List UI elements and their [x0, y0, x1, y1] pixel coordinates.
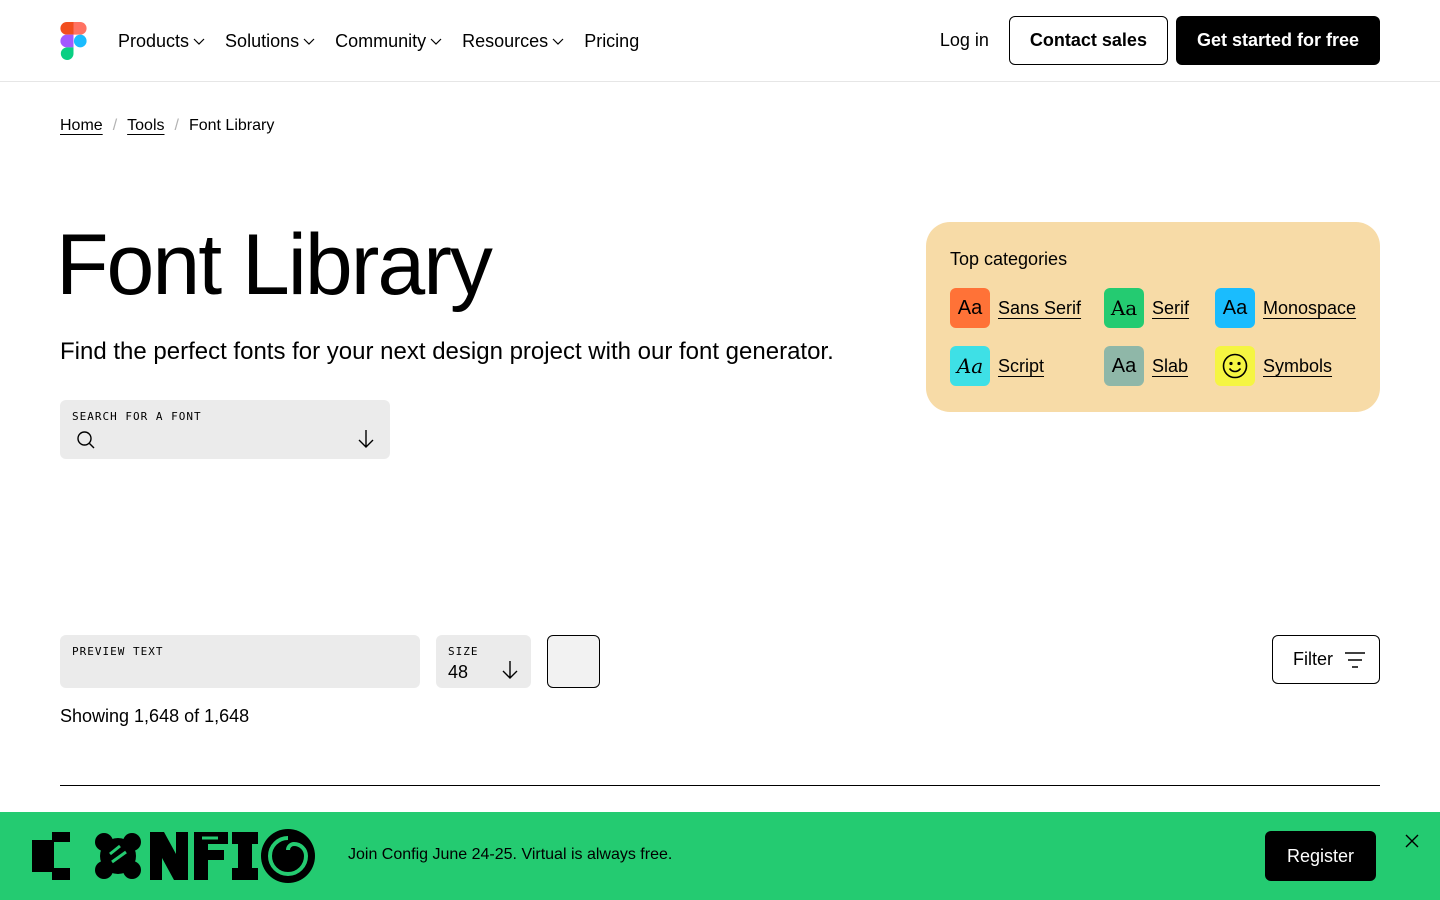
nav-pricing[interactable]: Pricing — [584, 29, 639, 53]
filter-button[interactable]: Filter — [1272, 635, 1380, 684]
banner-text: Join Config June 24-25. Virtual is alway… — [348, 846, 673, 863]
category-monospace[interactable]: Aa Monospace — [1215, 288, 1356, 328]
size-value: 48 — [448, 662, 469, 682]
nav-solutions[interactable]: Solutions — [225, 29, 315, 53]
category-symbols[interactable]: Symbols — [1215, 346, 1332, 386]
breadcrumb-separator: / — [174, 117, 179, 134]
breadcrumb: Home / Tools / Font Library — [60, 117, 274, 135]
category-sans-serif[interactable]: Aa Sans Serif — [950, 288, 1081, 328]
config-logo[interactable] — [32, 828, 316, 884]
top-categories-card: Top categories Aa Sans Serif Aa Serif Aa… — [926, 222, 1380, 412]
smiley-icon — [1215, 346, 1255, 386]
category-label: Monospace — [1263, 297, 1357, 318]
top-nav: Products Solutions Community Resources P… — [0, 0, 1440, 82]
results-count: Showing 1,648 of 1,648 — [60, 706, 250, 726]
serif-badge-icon: Aa — [1104, 288, 1144, 328]
top-categories-title: Top categories — [950, 249, 1068, 269]
category-script[interactable]: Aa Script — [950, 346, 1044, 386]
category-label: Symbols — [1263, 355, 1333, 376]
category-label: Slab — [1152, 355, 1189, 376]
login-link[interactable]: Log in — [940, 30, 989, 51]
arrow-down-icon — [502, 661, 518, 679]
category-label: Script — [998, 355, 1045, 376]
sans-serif-badge-icon: Aa — [950, 288, 990, 328]
category-slab[interactable]: Aa Slab — [1104, 346, 1188, 386]
size-label: SIZE — [448, 645, 479, 658]
nav-solutions-label: Solutions — [225, 30, 300, 51]
page-subtitle: Find the perfect fonts for your next des… — [60, 338, 834, 365]
size-select[interactable]: SIZE 48 — [436, 635, 531, 688]
preview-text-input[interactable]: PREVIEW TEXT — [60, 635, 420, 688]
figma-logo-icon[interactable] — [60, 22, 87, 60]
script-badge-icon: Aa — [950, 346, 990, 386]
breadcrumb-home[interactable]: Home — [60, 117, 103, 135]
search-label: SEARCH FOR A FONT — [72, 410, 202, 423]
filter-icon — [1345, 652, 1365, 668]
preview-text-label: PREVIEW TEXT — [72, 645, 164, 658]
chevron-down-icon — [552, 38, 564, 45]
nav-products[interactable]: Products — [118, 29, 205, 53]
config-banner: Join Config June 24-25. Virtual is alway… — [0, 812, 1440, 900]
filter-label: Filter — [1293, 649, 1333, 669]
chevron-down-icon — [430, 38, 442, 45]
breadcrumb-separator: / — [112, 117, 118, 134]
contact-sales-button[interactable]: Contact sales — [1008, 16, 1168, 65]
nav-community-label: Community — [335, 30, 427, 51]
search-icon — [77, 431, 95, 449]
page-title: Font Library — [56, 217, 493, 313]
slab-badge-icon: Aa — [1104, 346, 1144, 386]
get-started-button[interactable]: Get started for free — [1175, 16, 1380, 65]
close-icon[interactable] — [1404, 833, 1420, 849]
main-nav-links: Products Solutions Community Resources P… — [118, 29, 639, 53]
chevron-down-icon — [193, 38, 205, 45]
color-picker-swatch[interactable] — [547, 635, 600, 688]
divider — [60, 785, 1380, 786]
nav-resources-label: Resources — [462, 30, 549, 51]
breadcrumb-current: Font Library — [188, 117, 275, 134]
register-button[interactable]: Register — [1265, 831, 1376, 881]
monospace-badge-icon: Aa — [1215, 288, 1255, 328]
nav-actions: Log in Contact sales Get started for fre… — [940, 16, 1380, 65]
nav-community[interactable]: Community — [335, 29, 442, 53]
nav-products-label: Products — [118, 30, 190, 51]
breadcrumb-tools[interactable]: Tools — [127, 117, 164, 135]
chevron-down-icon — [303, 38, 315, 45]
font-search-input[interactable]: SEARCH FOR A FONT — [60, 400, 390, 459]
arrow-down-icon[interactable] — [357, 429, 375, 449]
nav-pricing-label: Pricing — [584, 30, 640, 51]
category-label: Sans Serif — [998, 297, 1082, 318]
category-serif[interactable]: Aa Serif — [1104, 288, 1189, 328]
nav-resources[interactable]: Resources — [462, 29, 564, 53]
category-label: Serif — [1152, 297, 1190, 318]
